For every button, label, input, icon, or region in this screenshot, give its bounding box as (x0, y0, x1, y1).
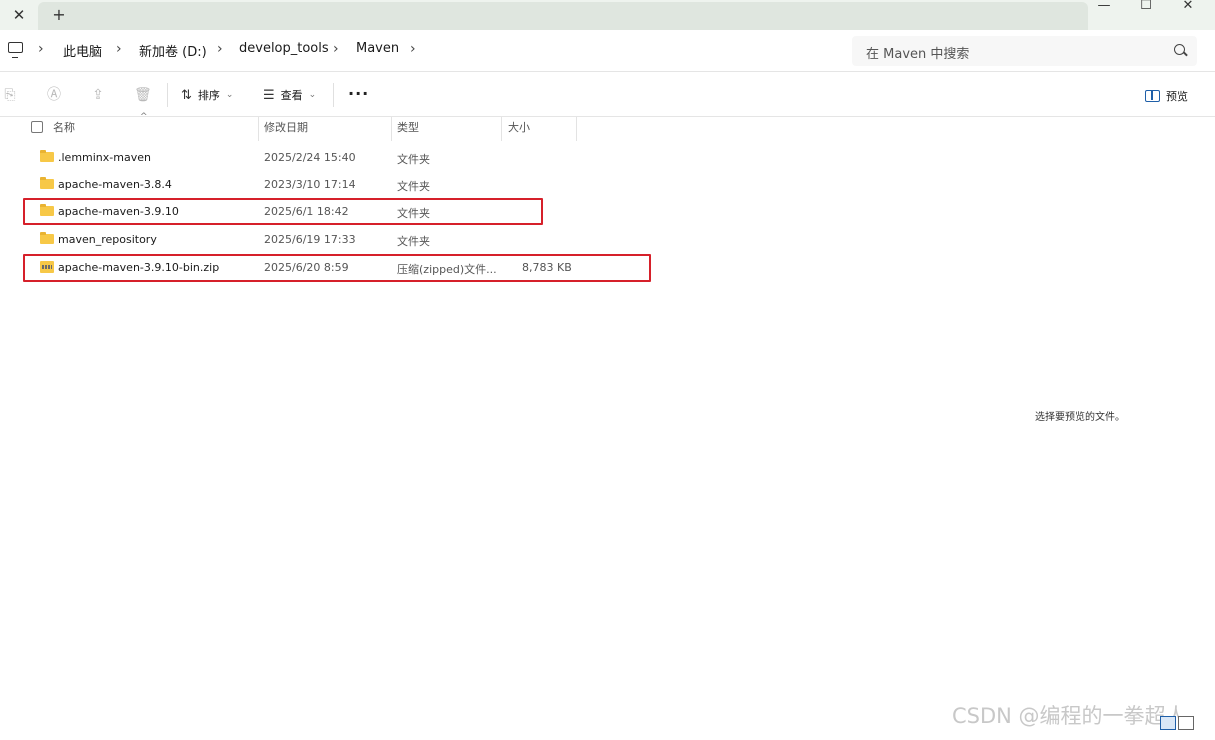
view-list-icon: ☰ (263, 87, 275, 103)
column-divider[interactable] (576, 117, 577, 141)
address-bar: › 此电脑 › 新加卷 (D:) › develop_tools › Maven… (0, 30, 1215, 72)
file-date: 2025/6/19 17:33 (264, 233, 356, 246)
sort-button[interactable]: ⇅ 排序 ⌄ (181, 86, 233, 104)
file-row[interactable]: apache-maven-3.8.4 2023/3/10 17:14 文件夹 (24, 172, 584, 198)
view-label: 查看 (280, 89, 303, 102)
breadcrumb-develop-tools[interactable]: develop_tools (239, 41, 329, 56)
chevron-right-icon[interactable]: › (333, 41, 339, 57)
search-placeholder: 在 Maven 中搜索 (866, 47, 970, 62)
file-name: maven_repository (58, 233, 157, 246)
breadcrumb-maven[interactable]: Maven (356, 41, 399, 56)
select-all-checkbox[interactable] (31, 121, 43, 133)
window-close-icon[interactable]: ✕ (1176, 0, 1200, 16)
details-view-icon[interactable] (1160, 716, 1176, 730)
column-header-date[interactable]: 修改日期 (264, 117, 308, 141)
search-icon[interactable] (1174, 44, 1185, 55)
file-date: 2023/3/10 17:14 (264, 178, 356, 191)
maximize-icon[interactable]: ☐ (1134, 0, 1158, 16)
rename-icon[interactable]: Ⓐ (46, 87, 62, 103)
breadcrumb-drive-d[interactable]: 新加卷 (D:) (139, 41, 207, 60)
delete-icon[interactable]: 🗑 (134, 87, 152, 103)
chevron-down-icon: ⌄ (225, 90, 234, 100)
file-type: 文件夹 (397, 153, 430, 166)
preview-pane-icon (1145, 90, 1160, 102)
column-divider[interactable] (258, 117, 259, 141)
preview-label: 预览 (1166, 90, 1188, 103)
column-header-name[interactable]: 名称 (53, 117, 75, 141)
chevron-right-icon[interactable]: › (217, 41, 223, 57)
file-type: 文件夹 (397, 180, 430, 193)
command-bar: ⎘ Ⓐ ⇪ 🗑 ⇅ 排序 ⌄ ☰ 查看 ⌄ ··· 预览 (0, 73, 1215, 117)
file-type: 文件夹 (397, 235, 430, 248)
column-divider[interactable] (391, 117, 392, 141)
column-divider[interactable] (501, 117, 502, 141)
file-name: apache-maven-3.8.4 (58, 178, 172, 191)
new-tab-icon[interactable]: + (48, 4, 70, 26)
sort-label: 排序 (197, 89, 220, 102)
more-options-button[interactable]: ··· (348, 84, 369, 103)
column-header-size[interactable]: 大小 (508, 117, 530, 141)
highlight-box (23, 254, 651, 282)
toolbar-divider (333, 83, 334, 107)
close-tab-icon[interactable]: ✕ (8, 4, 30, 26)
folder-icon (40, 232, 54, 244)
column-header-type[interactable]: 类型 (397, 117, 419, 141)
breadcrumb-this-pc[interactable]: 此电脑 (63, 41, 102, 60)
tab-bar: ✕ + — ☐ ✕ (0, 0, 1215, 30)
chevron-right-icon[interactable]: › (410, 41, 416, 57)
search-input[interactable]: 在 Maven 中搜索 (852, 36, 1197, 66)
watermark-text: CSDN @编程的一拳超人 (952, 704, 1187, 728)
paste-icon[interactable]: ⎘ (2, 87, 18, 103)
file-date: 2025/2/24 15:40 (264, 151, 356, 164)
preview-button[interactable]: 预览 (1145, 88, 1188, 104)
minimize-icon[interactable]: — (1092, 0, 1116, 16)
file-row[interactable]: maven_repository 2025/6/19 17:33 文件夹 (24, 227, 584, 253)
file-row[interactable]: .lemminx-maven 2025/2/24 15:40 文件夹 (24, 145, 584, 171)
folder-icon (40, 177, 54, 189)
share-icon[interactable]: ⇪ (90, 87, 106, 103)
tiles-view-icon[interactable] (1178, 716, 1194, 730)
view-toggle-group (1160, 716, 1194, 730)
this-pc-icon[interactable] (8, 42, 23, 58)
folder-icon (40, 150, 54, 162)
sort-ascending-icon: ^ (140, 112, 148, 122)
chevron-right-icon[interactable]: › (116, 41, 122, 57)
file-name: .lemminx-maven (58, 151, 151, 164)
chevron-right-icon[interactable]: › (38, 41, 44, 57)
view-button[interactable]: ☰ 查看 ⌄ (263, 86, 316, 104)
highlight-box (23, 198, 543, 225)
preview-pane-message: 选择要预览的文件。 (1035, 412, 1125, 423)
sort-icon: ⇅ (181, 87, 192, 103)
chevron-down-icon: ⌄ (308, 90, 317, 100)
toolbar-divider (167, 83, 168, 107)
active-tab[interactable] (38, 2, 1088, 30)
